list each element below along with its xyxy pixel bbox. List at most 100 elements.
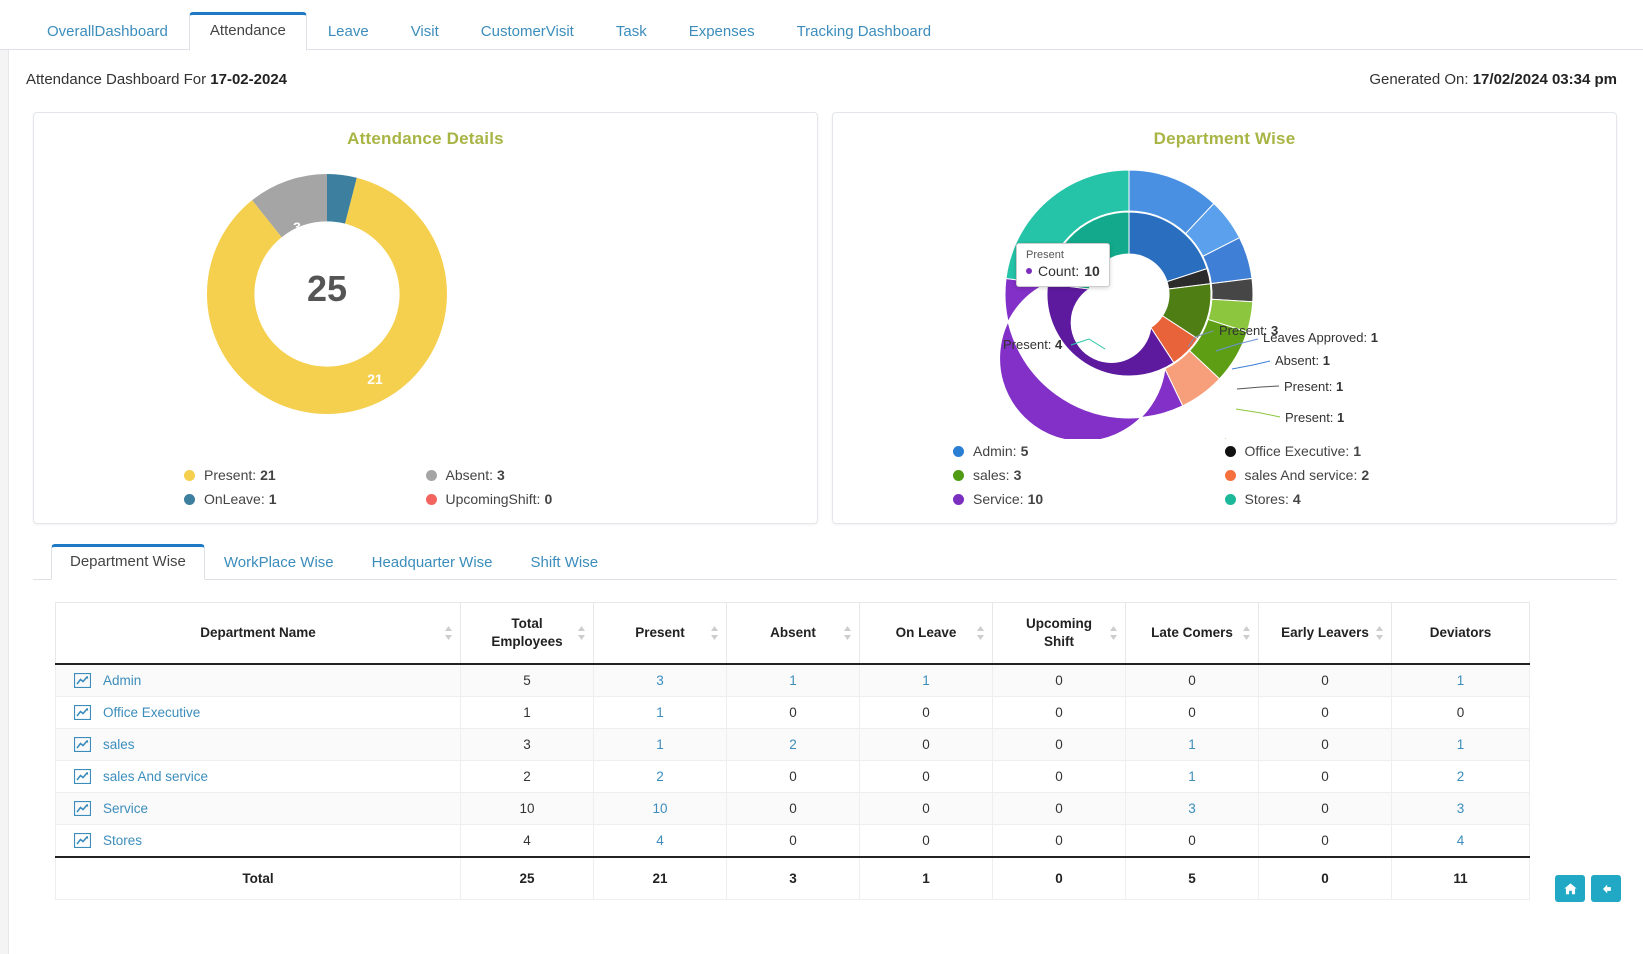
legend-item-onleave[interactable]: OnLeave:1 [184, 491, 426, 507]
table-cell-present[interactable]: 3 [594, 664, 727, 697]
table-cell-value[interactable]: 1 [1457, 737, 1465, 752]
primary-tab-overalldashboard[interactable]: OverallDashboard [26, 13, 189, 51]
legend-item-absent[interactable]: Absent:3 [426, 467, 668, 483]
primary-tab-expenses[interactable]: Expenses [668, 13, 776, 51]
table-cell-deviators[interactable]: 3 [1392, 793, 1530, 825]
table-header-present[interactable]: Present [594, 603, 727, 665]
department-link[interactable]: Stores [103, 833, 142, 848]
department-link[interactable]: Admin [103, 673, 141, 688]
table-header-total-employees[interactable]: Total Employees [461, 603, 594, 665]
table-cell-value: 5 [523, 673, 531, 688]
table-cell-absent[interactable]: 2 [727, 729, 860, 761]
table-cell-value[interactable]: 4 [1457, 833, 1465, 848]
primary-tab-leave[interactable]: Leave [307, 13, 390, 51]
sort-arrows-icon[interactable] [444, 626, 453, 640]
trend-chart-icon[interactable] [74, 769, 91, 784]
table-cell-value: 0 [1055, 705, 1063, 720]
legend-item-stores[interactable]: Stores:4 [1225, 491, 1497, 507]
primary-tab-attendance[interactable]: Attendance [189, 12, 307, 51]
table-header-department-name[interactable]: Department Name [56, 603, 461, 665]
department-link[interactable]: Office Executive [103, 705, 200, 720]
legend-item-service[interactable]: Service:10 [953, 491, 1225, 507]
table-cell-upcoming-shift: 0 [993, 729, 1126, 761]
table-cell-value[interactable]: 1 [1188, 769, 1196, 784]
legend-item-sales[interactable]: sales:3 [953, 467, 1225, 483]
table-cell-value[interactable]: 2 [1457, 769, 1465, 784]
table-cell-late-comers[interactable]: 1 [1126, 729, 1259, 761]
table-cell-value[interactable]: 1 [789, 673, 797, 688]
table-cell-value[interactable]: 3 [1188, 801, 1196, 816]
breakdown-tab-headquarter-wise[interactable]: Headquarter Wise [353, 545, 512, 580]
department-link[interactable]: sales And service [103, 769, 208, 784]
legend-item-upcomingshift[interactable]: UpcomingShift:0 [426, 491, 668, 507]
sort-arrows-icon[interactable] [577, 626, 586, 640]
table-header-late-comers[interactable]: Late Comers [1126, 603, 1259, 665]
attendance-donut-chart[interactable]: 1 0 3 21 25 [34, 149, 817, 429]
legend-label: UpcomingShift: [446, 491, 541, 507]
trend-chart-icon[interactable] [74, 673, 91, 688]
breakdown-tab-shift-wise[interactable]: Shift Wise [512, 545, 618, 580]
table-cell-value: 0 [789, 801, 797, 816]
table-cell-deviators[interactable]: 1 [1392, 729, 1530, 761]
department-sunburst-svg[interactable]: Present: 3 Leaves Approved: 1 Absent: 1 … [833, 149, 1618, 439]
attendance-donut-svg[interactable]: 1 0 3 21 [34, 149, 819, 429]
sort-arrows-icon[interactable] [1109, 626, 1118, 640]
legend-item-admin[interactable]: Admin:5 [953, 443, 1225, 459]
sort-arrows-icon[interactable] [843, 626, 852, 640]
sort-arrows-icon[interactable] [1375, 626, 1384, 640]
table-cell-total-employees: 10 [461, 793, 594, 825]
table-cell-deviators[interactable]: 2 [1392, 761, 1530, 793]
table-cell-value[interactable]: 3 [656, 673, 664, 688]
trend-chart-icon[interactable] [74, 737, 91, 752]
sort-arrows-icon[interactable] [1242, 626, 1251, 640]
table-cell-on-leave[interactable]: 1 [860, 664, 993, 697]
table-cell-absent[interactable]: 1 [727, 664, 860, 697]
primary-tab-visit[interactable]: Visit [390, 13, 460, 51]
table-cell-value[interactable]: 1 [1457, 673, 1465, 688]
table-header-absent[interactable]: Absent [727, 603, 860, 665]
table-cell-value[interactable]: 1 [1188, 737, 1196, 752]
table-header-deviators[interactable]: Deviators [1392, 603, 1530, 665]
back-button[interactable] [1591, 875, 1621, 902]
legend-item-present[interactable]: Present:21 [184, 467, 426, 483]
trend-chart-icon[interactable] [74, 801, 91, 816]
table-cell-value[interactable]: 2 [656, 769, 664, 784]
department-sunburst-chart[interactable]: Present: 3 Leaves Approved: 1 Absent: 1 … [833, 149, 1616, 429]
callout-office-executive-present: Present: 1 [1284, 379, 1343, 394]
table-cell-value[interactable]: 1 [922, 673, 930, 688]
table-header-early-leavers[interactable]: Early Leavers [1259, 603, 1392, 665]
sort-arrows-icon[interactable] [710, 626, 719, 640]
table-cell-value[interactable]: 3 [1457, 801, 1465, 816]
table-cell-value[interactable]: 1 [656, 737, 664, 752]
table-cell-value[interactable]: 2 [789, 737, 797, 752]
primary-tab-customervisit[interactable]: CustomerVisit [460, 13, 595, 51]
home-button[interactable] [1555, 875, 1585, 902]
department-link[interactable]: sales [103, 737, 135, 752]
table-cell-value[interactable]: 10 [652, 801, 667, 816]
table-cell-present[interactable]: 10 [594, 793, 727, 825]
table-cell-present[interactable]: 4 [594, 825, 727, 858]
trend-chart-icon[interactable] [74, 705, 91, 720]
table-header-upcoming-shift[interactable]: Upcoming Shift [993, 603, 1126, 665]
legend-value: 21 [260, 467, 276, 483]
primary-tab-task[interactable]: Task [595, 13, 668, 51]
legend-item-office-executive[interactable]: Office Executive:1 [1225, 443, 1497, 459]
table-cell-value[interactable]: 4 [656, 833, 664, 848]
table-header-label: Absent [770, 625, 816, 640]
table-cell-present[interactable]: 1 [594, 729, 727, 761]
trend-chart-icon[interactable] [74, 833, 91, 848]
legend-item-sales-and-service[interactable]: sales And service:2 [1225, 467, 1497, 483]
primary-tab-tracking-dashboard[interactable]: Tracking Dashboard [776, 13, 953, 51]
breakdown-tab-workplace-wise[interactable]: WorkPlace Wise [205, 545, 353, 580]
table-cell-present[interactable]: 2 [594, 761, 727, 793]
table-cell-late-comers[interactable]: 1 [1126, 761, 1259, 793]
table-cell-deviators[interactable]: 4 [1392, 825, 1530, 858]
sort-arrows-icon[interactable] [976, 626, 985, 640]
department-link[interactable]: Service [103, 801, 148, 816]
table-cell-present[interactable]: 1 [594, 697, 727, 729]
breakdown-tab-department-wise[interactable]: Department Wise [51, 544, 205, 580]
table-cell-value[interactable]: 1 [656, 705, 664, 720]
table-cell-deviators[interactable]: 1 [1392, 664, 1530, 697]
table-cell-late-comers[interactable]: 3 [1126, 793, 1259, 825]
table-header-on-leave[interactable]: On Leave [860, 603, 993, 665]
